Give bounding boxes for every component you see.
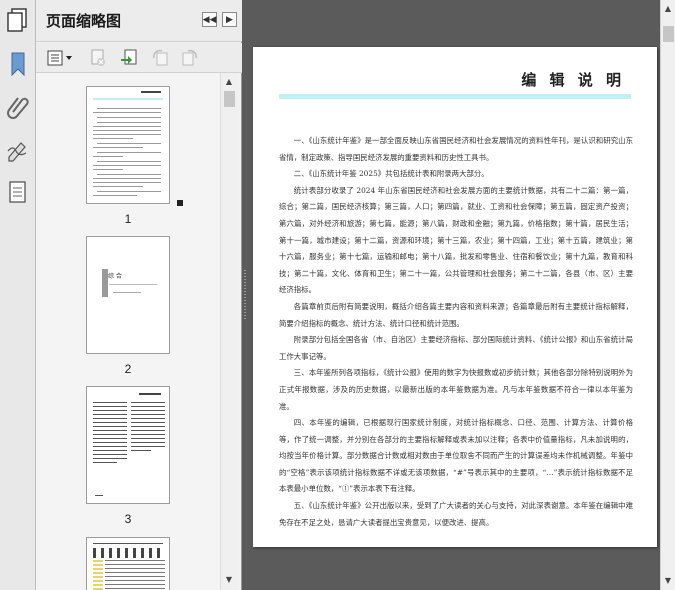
paragraph: 三、本年鉴所列各项指标，《统计公报》使用的数字为快报数或初步统计数；其他各部分除… <box>279 368 633 411</box>
delete-page-icon[interactable] <box>88 48 108 68</box>
scroll-up-arrow-icon[interactable]: ▲ <box>222 75 236 89</box>
paragraph: 二、《山东统计年鉴 2025》共包括统计表和附录两大部分。 <box>293 169 489 179</box>
thumbnail-toolbar <box>36 43 242 73</box>
thumbnail-label-2: 2 <box>124 362 132 376</box>
expand-panel-button[interactable]: ▶ <box>222 12 237 27</box>
heading-accent-bar <box>279 94 631 99</box>
double-left-arrow-icon: ◀◀ <box>202 14 217 25</box>
bookmark-icon[interactable] <box>4 50 32 78</box>
thumbnail-page-3[interactable] <box>86 386 170 504</box>
attachment-icon[interactable] <box>4 92 32 120</box>
insert-page-icon[interactable] <box>120 48 140 68</box>
rotate-ccw-icon[interactable] <box>150 48 170 68</box>
document-page: 编 辑 说 明 一、《山东统计年鉴》是一部全面反映山东省国民经济和社会发展情况的… <box>253 47 657 547</box>
rotate-cw-icon[interactable] <box>180 48 200 68</box>
document-view: 编 辑 说 明 一、《山东统计年鉴》是一部全面反映山东省国民经济和社会发展情况的… <box>248 0 660 590</box>
thumbnail-page-4[interactable] <box>86 537 170 590</box>
scroll-down-arrow-icon[interactable]: ▼ <box>222 573 236 587</box>
scroll-up-arrow-icon[interactable]: ▲ <box>661 2 675 16</box>
paragraph: 附录部分包括全国各省（市、自治区）主要经济指标、部分国际统计资料、《统计公报》和… <box>279 335 633 361</box>
thumbnail-label-3: 3 <box>124 512 132 526</box>
page-heading: 编 辑 说 明 <box>521 71 625 89</box>
pages-panel-icon[interactable] <box>4 6 32 34</box>
thumbnail-list: 1 综 合 2 3 <box>36 73 220 590</box>
right-arrow-icon: ▶ <box>226 14 233 25</box>
thumbnail-label-1: 1 <box>124 212 132 226</box>
thumbnail-page-2[interactable]: 综 合 <box>86 236 170 354</box>
page-thumbnails-panel: 页面缩略图 ◀◀ ▶ 1 综 合 2 3 ▲ ▼ <box>36 0 242 590</box>
paragraph: 四、本年鉴的编辑，已根据现行国家统计制度，对统计指标概念、口径、范围、计算方法、… <box>279 418 633 494</box>
thumbnail-resize-handle[interactable] <box>177 200 183 206</box>
thumbnail-page-1[interactable] <box>86 86 170 204</box>
thumbnail-scrollbar[interactable]: ▲ ▼ <box>220 73 238 590</box>
signature-icon[interactable] <box>4 136 32 164</box>
paragraph: 五、《山东统计年鉴》公开出版以来，受到了广大读者的关心与支持，对此深表谢意。本年… <box>279 501 633 527</box>
scroll-down-arrow-icon[interactable]: ▼ <box>661 574 675 588</box>
paragraph: 各篇章前页后附有简要说明，概括介绍各篇主要内容和资料来源；各篇章最后附有主要统计… <box>279 301 633 328</box>
scroll-thumb[interactable] <box>663 26 674 42</box>
panel-title: 页面缩略图 <box>46 12 122 30</box>
paragraph: 统计表部分收录了 2024 年山东省国民经济和社会发展方面的主要统计数据，共有二… <box>279 185 633 295</box>
paragraph: 一、《山东统计年鉴》是一部全面反映山东省国民经济和社会发展情况的资料性年刊，是认… <box>279 136 633 162</box>
document-scrollbar[interactable]: ▲ ▼ <box>660 0 675 590</box>
page-body: 一、《山东统计年鉴》是一部全面反映山东省国民经济和社会发展情况的资料性年刊，是认… <box>279 133 633 531</box>
thumbnail-options-icon[interactable] <box>46 48 74 68</box>
panel-header: 页面缩略图 ◀◀ ▶ <box>36 0 242 42</box>
layers-icon[interactable] <box>4 178 32 206</box>
collapse-panel-button[interactable]: ◀◀ <box>202 12 217 27</box>
navigation-toolstrip <box>0 0 36 590</box>
scroll-thumb[interactable] <box>224 91 235 107</box>
chapter-title: 综 合 <box>108 273 122 280</box>
